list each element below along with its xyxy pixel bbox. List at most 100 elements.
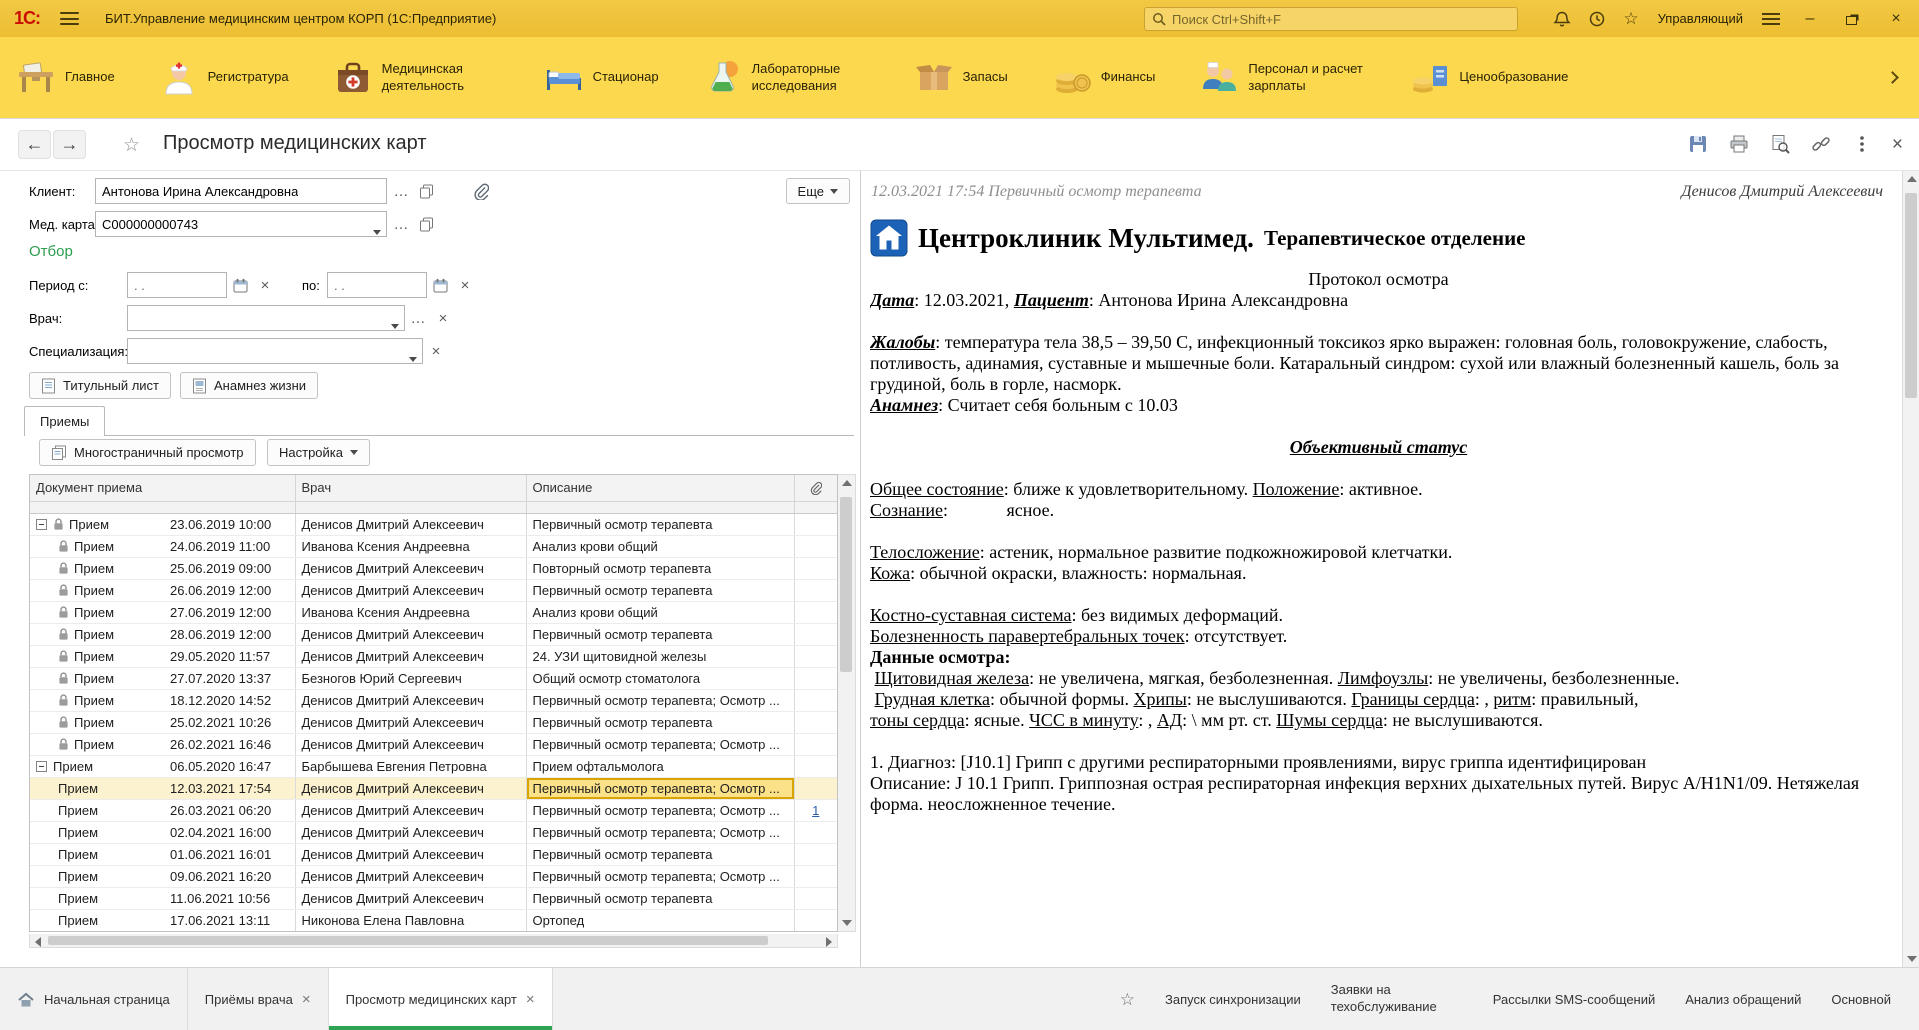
- collapse-group-icon[interactable]: [36, 761, 47, 772]
- appointment-row[interactable]: Прием28.06.2019 12:00Денисов Дмитрий Але…: [30, 623, 837, 645]
- appointment-row[interactable]: Прием23.06.2019 10:00Денисов Дмитрий Але…: [30, 513, 837, 535]
- appointment-row[interactable]: Прием01.06.2021 16:01Денисов Дмитрий Але…: [30, 843, 837, 865]
- appointment-row[interactable]: Прием27.06.2019 12:00Иванова Ксения Андр…: [30, 601, 837, 623]
- current-user[interactable]: Управляющий: [1658, 11, 1743, 26]
- preview-icon[interactable]: [1769, 133, 1791, 155]
- medcard-input[interactable]: С000000000743: [95, 211, 387, 237]
- ribbon-item-staff[interactable]: Персонал и расчет зарплаты: [1199, 58, 1366, 98]
- filter-section-header[interactable]: Отбор: [29, 243, 73, 260]
- global-search[interactable]: [1144, 7, 1518, 31]
- appointment-row[interactable]: Прием02.04.2021 16:00Денисов Дмитрий Але…: [30, 821, 837, 843]
- link-service-requests[interactable]: Заявки на техобслуживание: [1331, 982, 1463, 1016]
- appointment-row[interactable]: Прием11.06.2021 10:56Денисов Дмитрий Але…: [30, 887, 837, 909]
- link-sync[interactable]: Запуск синхронизации: [1165, 992, 1301, 1007]
- chevron-down-icon[interactable]: [373, 223, 381, 238]
- doctor-choose-button[interactable]: …: [406, 305, 430, 331]
- forward-button[interactable]: →: [53, 130, 86, 159]
- appointment-row[interactable]: Прием26.02.2021 16:46Денисов Дмитрий Але…: [30, 733, 837, 755]
- appointment-row[interactable]: Прием26.06.2019 12:00Денисов Дмитрий Але…: [30, 579, 837, 601]
- table-horizontal-scrollbar[interactable]: [29, 934, 838, 948]
- link-sms[interactable]: Рассылки SMS-сообщений: [1493, 992, 1656, 1007]
- print-icon[interactable]: [1728, 133, 1750, 155]
- link-main[interactable]: Основной: [1831, 992, 1891, 1007]
- more-actions-icon[interactable]: [1851, 133, 1873, 155]
- ribbon-item-finance[interactable]: Финансы: [1052, 58, 1156, 98]
- column-header-document[interactable]: Документ приема: [30, 475, 295, 501]
- tab-home[interactable]: Начальная страница: [0, 968, 188, 1030]
- search-input[interactable]: [1172, 12, 1510, 27]
- attachment-cell[interactable]: 1: [794, 799, 837, 821]
- restore-button[interactable]: [1840, 6, 1866, 32]
- appointment-row[interactable]: Прием29.05.2020 11:57Денисов Дмитрий Але…: [30, 645, 837, 667]
- history-icon[interactable]: [1588, 10, 1606, 28]
- ribbon-overflow-chevron[interactable]: [1882, 67, 1903, 88]
- scroll-down-icon[interactable]: [842, 920, 852, 926]
- appointment-row[interactable]: Прием27.07.2020 13:37Безногов Юрий Серге…: [30, 667, 837, 689]
- minimize-button[interactable]: –: [1797, 6, 1823, 32]
- specialization-input[interactable]: [127, 338, 423, 364]
- column-header-description[interactable]: Описание: [526, 475, 794, 501]
- service-menu-icon[interactable]: [1762, 13, 1780, 25]
- ribbon-item-lab[interactable]: Лабораторные исследования: [703, 58, 870, 98]
- doctor-clear-button[interactable]: ×: [431, 305, 455, 331]
- scrollbar-thumb[interactable]: [840, 497, 852, 672]
- save-icon[interactable]: [1687, 133, 1709, 155]
- appointment-row[interactable]: Прием26.03.2021 06:20Денисов Дмитрий Але…: [30, 799, 837, 821]
- appointment-row[interactable]: Прием09.06.2021 16:20Денисов Дмитрий Але…: [30, 865, 837, 887]
- medcard-choose-button[interactable]: …: [389, 211, 413, 237]
- grid-settings-button[interactable]: Настройка: [267, 439, 370, 466]
- appointment-row[interactable]: Прием17.06.2021 13:11Никонова Елена Павл…: [30, 909, 837, 931]
- period-from-calendar-button[interactable]: [228, 272, 252, 298]
- column-header-doctor[interactable]: Врач: [295, 475, 526, 501]
- period-to-clear-button[interactable]: ×: [453, 272, 477, 298]
- appointment-row[interactable]: Прием24.06.2019 11:00Иванова Ксения Андр…: [30, 535, 837, 557]
- link-appeals-analysis[interactable]: Анализ обращений: [1685, 992, 1801, 1007]
- ribbon-item-registratura[interactable]: Регистратура: [159, 58, 289, 98]
- scroll-up-icon[interactable]: [1907, 176, 1917, 182]
- scroll-right-icon[interactable]: [826, 937, 832, 947]
- close-tab-icon[interactable]: ×: [526, 992, 535, 1007]
- ribbon-item-stacionar[interactable]: Стационар: [544, 58, 659, 98]
- main-menu-icon[interactable]: [60, 12, 79, 25]
- specialization-clear-button[interactable]: ×: [424, 338, 448, 364]
- appointment-row[interactable]: Прием25.06.2019 09:00Денисов Дмитрий Але…: [30, 557, 837, 579]
- chevron-down-icon[interactable]: [391, 317, 399, 332]
- add-favorite-icon[interactable]: ☆: [123, 134, 140, 157]
- client-open-button[interactable]: [414, 178, 438, 204]
- tab-priemy-vracha[interactable]: Приёмы врача ×: [188, 968, 329, 1030]
- anamnesis-button[interactable]: Анамнез жизни: [180, 372, 318, 399]
- scroll-up-icon[interactable]: [842, 480, 852, 486]
- collapse-group-icon[interactable]: [36, 519, 47, 530]
- link-icon[interactable]: [1810, 133, 1832, 155]
- period-to-calendar-button[interactable]: [428, 272, 452, 298]
- scrollbar-thumb[interactable]: [1905, 193, 1917, 398]
- title-sheet-button[interactable]: Титульный лист: [29, 372, 171, 399]
- attachment-count-link[interactable]: 1: [812, 803, 819, 818]
- back-button[interactable]: ←: [18, 130, 51, 159]
- more-button[interactable]: Еще: [786, 178, 850, 204]
- period-to-input[interactable]: . .: [327, 272, 427, 298]
- chevron-down-icon[interactable]: [409, 350, 417, 365]
- document-scrollbar[interactable]: [1902, 171, 1919, 967]
- ribbon-item-medical-activity[interactable]: Медицинская деятельность: [333, 58, 500, 98]
- scroll-down-icon[interactable]: [1907, 956, 1917, 962]
- close-tab-icon[interactable]: ×: [302, 992, 311, 1007]
- medcard-open-button[interactable]: [414, 211, 438, 237]
- appointment-row[interactable]: Прием06.05.2020 16:47Барбышева Евгения П…: [30, 755, 837, 777]
- multipage-view-button[interactable]: Многостраничный просмотр: [39, 439, 256, 466]
- tab-priemy[interactable]: Приемы: [24, 406, 105, 436]
- table-vertical-scrollbar[interactable]: [838, 474, 856, 932]
- period-from-clear-button[interactable]: ×: [253, 272, 277, 298]
- favorites-icon[interactable]: ☆: [1623, 10, 1638, 27]
- appointment-row[interactable]: Прием12.03.2021 17:54Денисов Дмитрий Але…: [30, 777, 837, 799]
- client-choose-button[interactable]: …: [389, 178, 413, 204]
- scroll-left-icon[interactable]: [35, 937, 41, 947]
- close-form-icon[interactable]: ×: [1892, 135, 1903, 154]
- ribbon-item-pricing[interactable]: Ценообразование: [1410, 58, 1568, 98]
- column-header-attachments[interactable]: [794, 475, 837, 501]
- scrollbar-thumb[interactable]: [48, 936, 768, 945]
- ribbon-item-main[interactable]: Главное: [16, 58, 115, 98]
- client-input[interactable]: Антонова Ирина Александровна: [95, 178, 387, 204]
- appointment-row[interactable]: Прием25.02.2021 10:26Денисов Дмитрий Але…: [30, 711, 837, 733]
- appointment-row[interactable]: Прием18.12.2020 14:52Денисов Дмитрий Але…: [30, 689, 837, 711]
